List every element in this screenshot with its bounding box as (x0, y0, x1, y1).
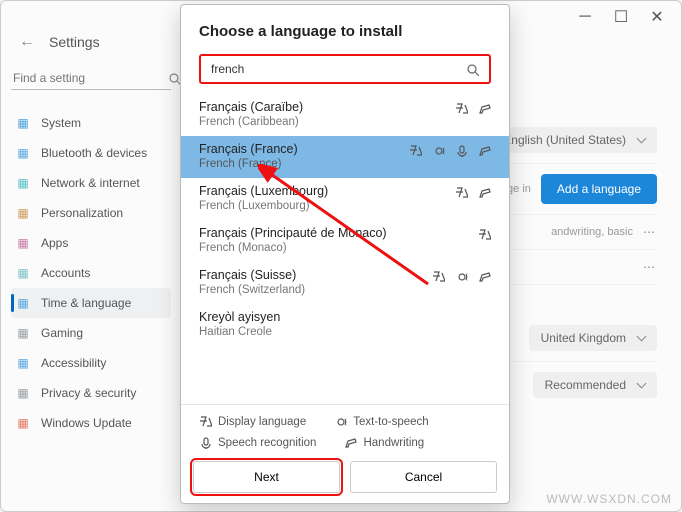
language-english-name: French (Luxembourg) (199, 200, 491, 212)
feature-display-language: Display language (199, 415, 306, 428)
format-select[interactable]: Recommended (533, 372, 657, 398)
lang-icon (455, 102, 468, 115)
tts-icon (334, 415, 347, 428)
language-english-name: French (France) (199, 158, 491, 170)
sidebar-item-personalization[interactable]: ▦ Personalization (11, 198, 171, 228)
lang-icon (478, 228, 491, 241)
tts-icon (432, 144, 445, 157)
sidebar-item-label: Windows Update (41, 416, 132, 430)
language-option[interactable]: Français (Principauté de Monaco) French (… (181, 220, 509, 262)
sidebar-item-label: Bluetooth & devices (41, 146, 147, 160)
nav-icon: ▦ (15, 115, 31, 131)
nav-icon: ▦ (15, 385, 31, 401)
sidebar-item-time-language[interactable]: ▦ Time & language (11, 288, 171, 318)
language-english-name: Haitian Creole (199, 326, 491, 338)
nav-icon: ▦ (15, 325, 31, 341)
language-option[interactable]: Français (Suisse)French (Switzerland) (181, 262, 509, 304)
language-english-name: French (Monaco) (199, 242, 491, 254)
next-button[interactable]: Next (193, 461, 340, 493)
language-english-name: French (Switzerland) (199, 284, 491, 296)
hand-icon (344, 436, 357, 449)
feature-handwriting: Handwriting (344, 436, 424, 449)
nav-icon: ▦ (15, 355, 31, 371)
lang-icon (455, 186, 468, 199)
find-setting-search[interactable] (11, 67, 171, 90)
sidebar-item-label: Accounts (41, 266, 90, 280)
add-language-button[interactable]: Add a language (541, 174, 657, 204)
nav-icon: ▦ (15, 415, 31, 431)
more-icon-1[interactable]: ⋯ (643, 225, 657, 239)
nav-icon: ▦ (15, 265, 31, 281)
search-icon (466, 63, 479, 76)
sidebar-item-network-internet[interactable]: ▦ Network & internet (11, 168, 171, 198)
sidebar: ▦ System ▦ Bluetooth & devices ▦ Network & in… (1, 59, 181, 505)
sidebar-item-system[interactable]: ▦ System (11, 108, 171, 138)
nav-icon: ▦ (15, 235, 31, 251)
sidebar-item-label: System (41, 116, 81, 130)
lang-icon (409, 144, 422, 157)
nav-icon: ▦ (15, 175, 31, 191)
language-list[interactable]: Français (Caraïbe)French (Caribbean)Fran… (181, 94, 509, 404)
cancel-button[interactable]: Cancel (350, 461, 497, 493)
lang-icon (432, 270, 445, 283)
find-setting-input[interactable] (13, 71, 168, 85)
close-button[interactable]: ✕ (639, 3, 675, 31)
language-option[interactable]: Français (Luxembourg) French (Luxembourg) (181, 178, 509, 220)
sidebar-item-privacy-security[interactable]: ▦ Privacy & security (11, 378, 171, 408)
sidebar-item-apps[interactable]: ▦ Apps (11, 228, 171, 258)
language-search[interactable] (199, 54, 491, 84)
sidebar-item-label: Apps (41, 236, 68, 250)
sidebar-item-windows-update[interactable]: ▦ Windows Update (11, 408, 171, 438)
language-option[interactable]: Français (Caraïbe) French (Caribbean) (181, 94, 509, 136)
watermark: WWW.WSXDN.COM (546, 492, 672, 506)
hand-icon (478, 186, 491, 199)
language-english-name: French (Caribbean) (199, 116, 491, 128)
lang-details: andwriting, basic (551, 226, 633, 238)
country-select[interactable]: United Kingdom (529, 325, 657, 351)
language-native-name: Français (Luxembourg) (199, 184, 491, 198)
window-title: Settings (49, 34, 100, 50)
mic-icon (455, 144, 468, 157)
hand-icon (478, 102, 491, 115)
lang-icon (199, 415, 212, 428)
sidebar-item-label: Time & language (41, 296, 131, 310)
language-native-name: Kreyòl ayisyen (199, 310, 491, 324)
minimize-button[interactable]: ─ (567, 3, 603, 31)
sidebar-item-label: Personalization (41, 206, 123, 220)
sidebar-item-label: Privacy & security (41, 386, 136, 400)
sidebar-item-accessibility[interactable]: ▦ Accessibility (11, 348, 171, 378)
mic-icon (199, 436, 212, 449)
back-icon[interactable]: ← (19, 33, 35, 51)
hand-icon (478, 144, 491, 157)
nav-icon: ▦ (15, 205, 31, 221)
sidebar-item-label: Network & internet (41, 176, 140, 190)
feature-tts: Text-to-speech (334, 415, 428, 428)
more-icon-2[interactable]: ⋯ (643, 260, 657, 274)
tts-icon (455, 270, 468, 283)
language-option[interactable]: Français (France)French (France) (181, 136, 509, 178)
maximize-button[interactable]: ☐ (603, 3, 639, 31)
language-native-name: Français (Caraïbe) (199, 100, 491, 114)
dialog-title: Choose a language to install (199, 23, 491, 40)
language-search-input[interactable] (211, 62, 466, 76)
sidebar-item-bluetooth-devices[interactable]: ▦ Bluetooth & devices (11, 138, 171, 168)
sidebar-item-label: Gaming (41, 326, 83, 340)
sidebar-item-label: Accessibility (41, 356, 106, 370)
language-option[interactable]: Kreyòl ayisyen Haitian Creole (181, 304, 509, 346)
display-language-select[interactable]: English (United States) (491, 127, 657, 153)
hand-icon (478, 270, 491, 283)
feature-speech: Speech recognition (199, 436, 316, 449)
language-native-name: Français (Principauté de Monaco) (199, 226, 491, 240)
sidebar-item-gaming[interactable]: ▦ Gaming (11, 318, 171, 348)
sidebar-item-accounts[interactable]: ▦ Accounts (11, 258, 171, 288)
install-language-dialog: Choose a language to install Français (C… (180, 4, 510, 504)
nav-icon: ▦ (15, 295, 31, 311)
nav-icon: ▦ (15, 145, 31, 161)
